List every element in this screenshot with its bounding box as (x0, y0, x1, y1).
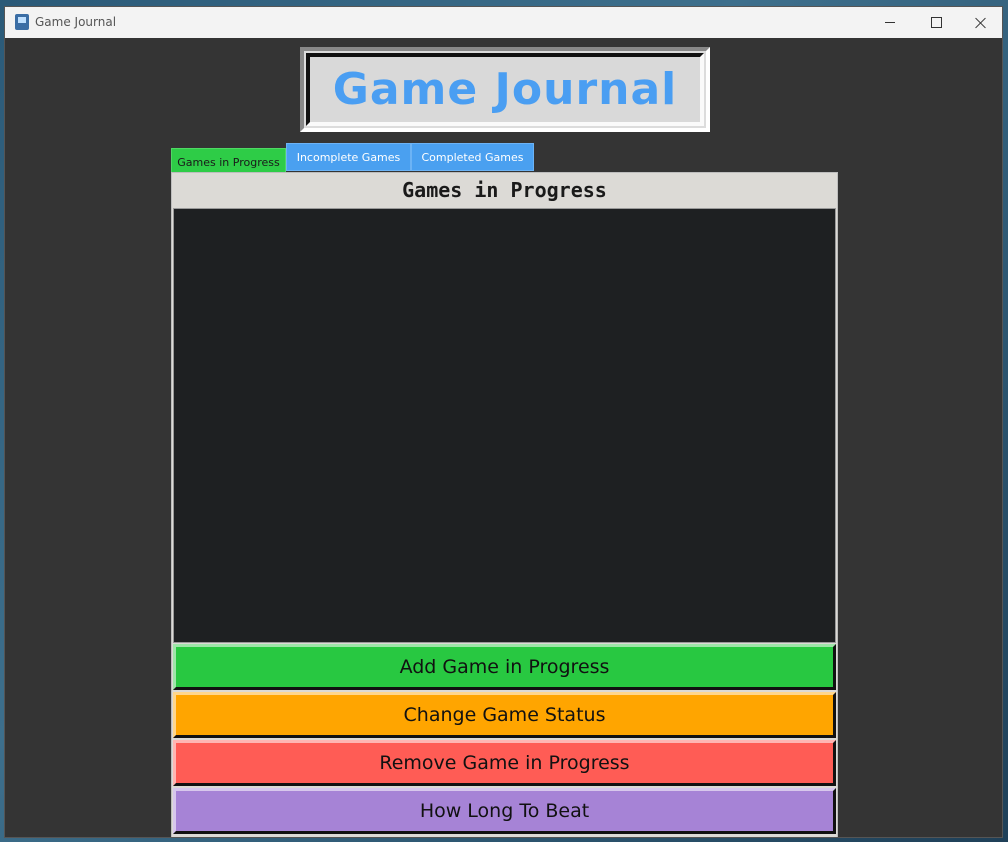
minimize-button[interactable] (867, 7, 913, 38)
change-status-button[interactable]: Change Game Status (173, 692, 836, 738)
games-list[interactable] (173, 208, 836, 643)
close-button[interactable] (958, 7, 1002, 38)
minimize-icon (885, 22, 895, 23)
window-title: Game Journal (35, 15, 117, 29)
remove-game-button[interactable]: Remove Game in Progress (173, 740, 836, 786)
tab-panel: Games in Progress Add Game in Progress C… (171, 172, 838, 837)
maximize-button[interactable] (913, 7, 959, 38)
logo-frame: Game Journal (306, 53, 704, 126)
app-window: Game Journal Game Journal Games in Progr… (4, 6, 1003, 838)
app-icon (15, 14, 29, 30)
tab-incomplete-games[interactable]: Incomplete Games (286, 143, 411, 171)
panel-title: Games in Progress (402, 178, 607, 202)
maximize-icon (930, 17, 942, 28)
logo-text: Game Journal (332, 64, 678, 115)
close-icon (975, 17, 987, 29)
add-game-button[interactable]: Add Game in Progress (173, 644, 836, 690)
tab-completed-games[interactable]: Completed Games (411, 143, 534, 171)
how-long-to-beat-button[interactable]: How Long To Beat (173, 788, 836, 834)
app-logo: Game Journal (300, 47, 710, 132)
title-bar[interactable]: Game Journal (5, 7, 1002, 38)
